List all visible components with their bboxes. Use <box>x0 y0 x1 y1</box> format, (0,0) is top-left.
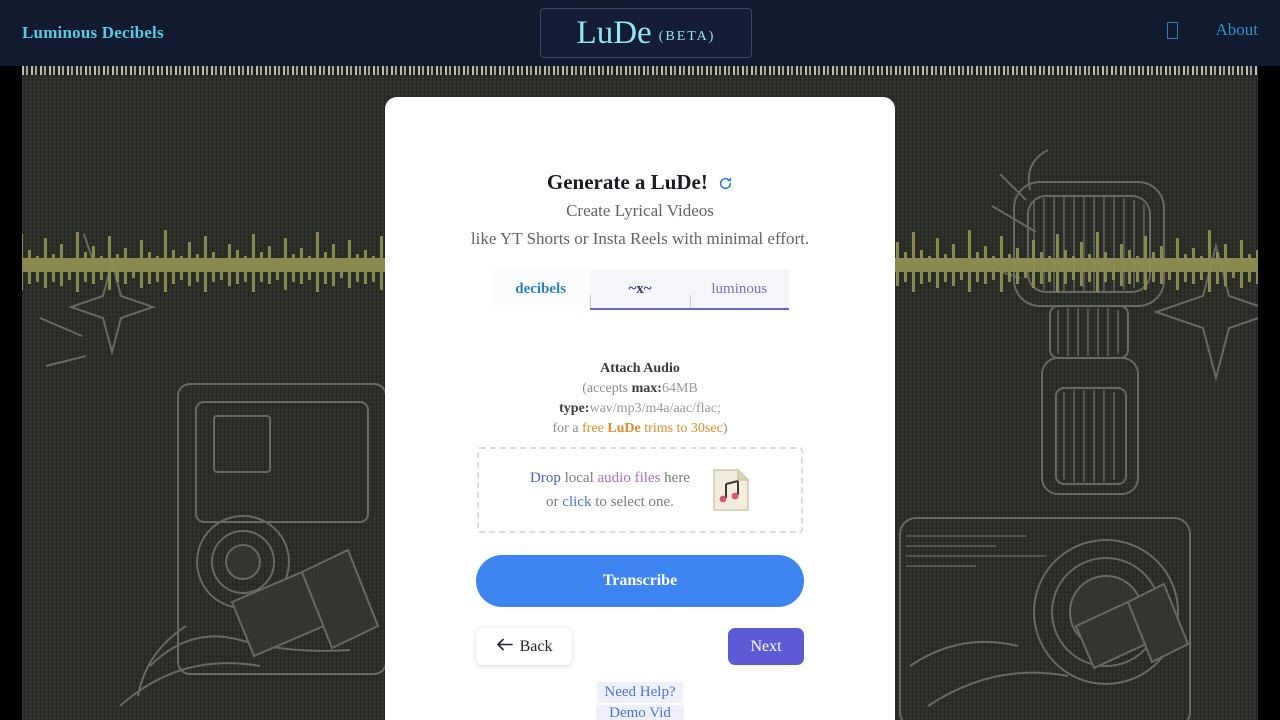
film-strip-texture <box>22 66 1258 75</box>
attach-audio-title: Attach Audio <box>600 361 680 376</box>
nav-right-group: About <box>1166 20 1259 40</box>
right-letterbox-bar <box>1258 66 1280 720</box>
page-title-text: Generate a LuDe! <box>546 170 708 194</box>
dropzone-text: Drop local audio files here or click to … <box>530 466 690 514</box>
tab-luminous[interactable]: luminous <box>689 269 789 310</box>
help-section: Need Help? Demo Vid <box>385 682 895 720</box>
lude-logo-box[interactable]: LuDe (BETA) <box>540 8 752 58</box>
arrow-left-icon <box>496 638 513 656</box>
tab-decibels[interactable]: decibels <box>491 269 591 310</box>
left-letterbox-bar <box>0 66 22 720</box>
missing-glyph-icon[interactable] <box>1166 21 1178 39</box>
drop-word: Drop <box>530 470 561 486</box>
here-word: here <box>660 470 690 486</box>
trim-lude: LuDe <box>607 421 641 436</box>
local-word: local <box>560 470 598 486</box>
lude-logo-title: LuDe <box>576 14 652 51</box>
nav-link-about[interactable]: About <box>1216 20 1259 40</box>
mode-tab-bar: decibels ~x~ luminous <box>491 269 789 310</box>
tab-x[interactable]: ~x~ <box>590 269 689 310</box>
select-one-word: to select one. <box>591 494 674 510</box>
trim-free: free <box>582 421 608 436</box>
card-subtitle-line-2: like YT Shorts or Insta Reels with minim… <box>470 229 810 248</box>
trim-prefix: for a <box>552 421 583 436</box>
click-link[interactable]: click <box>562 494 591 510</box>
demo-video-link[interactable]: Demo Vid <box>596 705 684 720</box>
max-value: 64MB <box>661 381 698 396</box>
attach-audio-info: Attach Audio (accepts max:64MB type:wav/… <box>385 359 895 439</box>
next-button[interactable]: Next <box>728 628 804 665</box>
trim-close: ) <box>722 421 728 436</box>
max-key: max: <box>631 381 662 396</box>
attach-types-line: type:wav/mp3/m4a/aac/flac; <box>385 399 895 419</box>
lude-logo-beta-tag: (BETA) <box>658 29 716 44</box>
tab-luminous-label: luminous <box>711 281 768 297</box>
page-title: Generate a LuDe! <box>385 170 895 197</box>
audio-file-icon <box>712 468 750 512</box>
tab-decibels-label: decibels <box>515 281 567 297</box>
accepts-text: (accepts <box>582 381 632 396</box>
back-button[interactable]: Back <box>476 628 572 665</box>
audio-dropzone[interactable]: Drop local audio files here or click to … <box>477 447 803 533</box>
brand-logo-text[interactable]: Luminous Decibels <box>22 23 164 43</box>
tab-x-label: ~x~ <box>628 281 652 297</box>
back-button-label: Back <box>519 637 553 655</box>
trim-rest: trims to 30sec <box>640 421 723 436</box>
or-word: or <box>546 494 563 510</box>
audio-files-word: audio files <box>597 470 661 486</box>
refresh-icon[interactable] <box>718 172 733 197</box>
type-value: wav/mp3/m4a/aac/flac; <box>589 401 721 416</box>
transcribe-button[interactable]: Transcribe <box>476 555 804 607</box>
attach-trim-notice-line: for a free LuDe trims to 30sec) <box>385 419 895 439</box>
generate-lude-card: Generate a LuDe! Create Lyrical Videos l… <box>385 97 895 720</box>
need-help-link[interactable]: Need Help? <box>597 682 683 703</box>
type-key: type: <box>559 401 590 416</box>
top-navbar: Luminous Decibels LuDe (BETA) About <box>0 0 1280 66</box>
card-subtitle-line-1: Create Lyrical Videos <box>566 201 714 220</box>
attach-max-size-line: (accepts max:64MB <box>385 379 895 399</box>
